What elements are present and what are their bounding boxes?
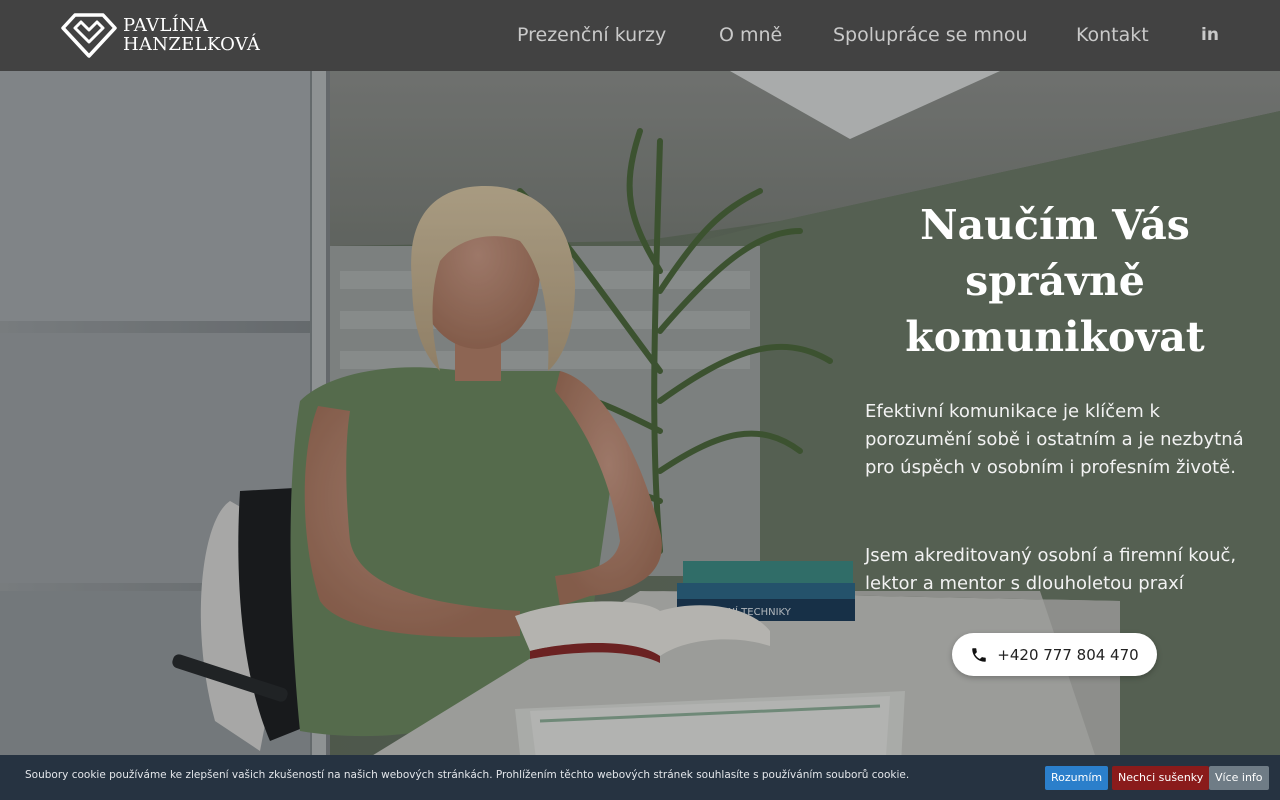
nav-item-kontakt[interactable]: Kontakt [1076, 24, 1149, 46]
phone-button[interactable]: +420 777 804 470 [952, 633, 1157, 676]
cookie-accept-button[interactable]: Rozumím [1045, 766, 1109, 790]
diamond-heart-logo-icon [61, 13, 117, 58]
hero-title-line-2: správně [965, 257, 1145, 305]
hero-title-line-3: komunikovat [905, 313, 1205, 361]
cookie-more-info-button[interactable]: Více info [1209, 766, 1269, 790]
nav-item-o-mne[interactable]: O mně [719, 24, 782, 46]
hero-paragraph-2: Jsem akreditovaný osobní a firemní kouč,… [865, 545, 1237, 594]
cookie-bar: Soubory cookie používáme ke zlepšení vaš… [0, 755, 1280, 800]
site-logo[interactable]: PAVLÍNA HANZELKOVÁ [61, 12, 260, 58]
cookie-text: Soubory cookie používáme ke zlepšení vaš… [25, 769, 910, 781]
phone-icon [972, 647, 987, 662]
nav-item-spoluprace[interactable]: Spolupráce se mnou [833, 24, 1028, 46]
hero-section: ODNÍ TECHNIKY Naučím Vás správně komunik… [0, 71, 1280, 800]
hero-title: Naučím Vás správně komunikovat [895, 197, 1215, 365]
logo-line-1: PAVLÍNA [123, 15, 209, 36]
hero-title-line-1: Naučím Vás [920, 201, 1190, 249]
linkedin-icon[interactable]: in [1201, 25, 1219, 45]
site-header: PAVLÍNA HANZELKOVÁ Prezenční kurzy O mně… [0, 0, 1280, 71]
hero-paragraph-1: Efektivní komunikace je klíčem k porozum… [865, 401, 1244, 478]
logo-line-2: HANZELKOVÁ [123, 34, 261, 55]
nav-item-prezencni-kurzy[interactable]: Prezenční kurzy [517, 24, 666, 46]
phone-number: +420 777 804 470 [997, 645, 1139, 664]
cookie-decline-button[interactable]: Nechci sušenky [1112, 766, 1210, 790]
logo-text: PAVLÍNA HANZELKOVÁ [123, 16, 260, 54]
